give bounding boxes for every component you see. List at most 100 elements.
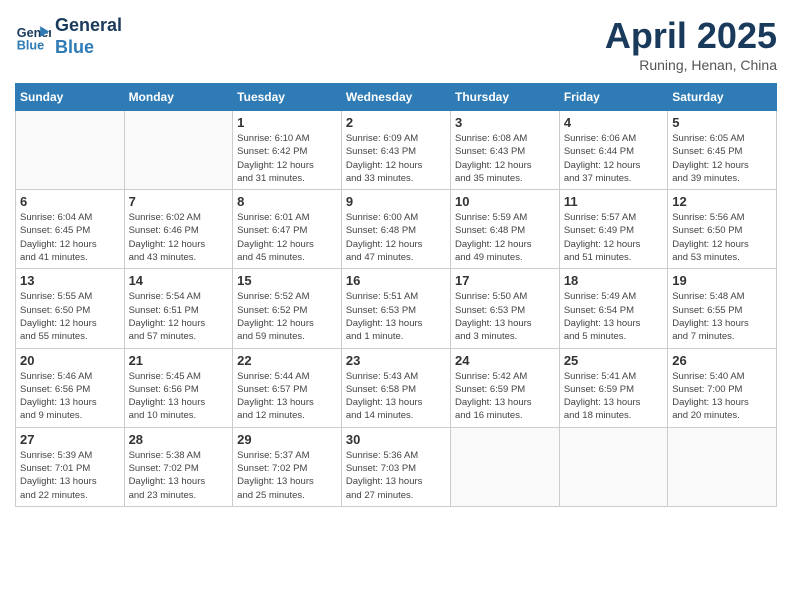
day-info: Sunrise: 5:44 AM Sunset: 6:57 PM Dayligh… (237, 370, 337, 423)
day-info: Sunrise: 5:54 AM Sunset: 6:51 PM Dayligh… (129, 290, 229, 343)
day-number: 16 (346, 273, 446, 288)
calendar-cell: 14 Sunrise: 5:54 AM Sunset: 6:51 PM Dayli… (124, 269, 233, 348)
calendar-cell (559, 427, 667, 506)
calendar-cell: 29 Sunrise: 5:37 AM Sunset: 7:02 PM Dayli… (233, 427, 342, 506)
day-info: Sunrise: 5:55 AM Sunset: 6:50 PM Dayligh… (20, 290, 120, 343)
weekday-header: Wednesday (341, 84, 450, 111)
calendar-week-row: 20 Sunrise: 5:46 AM Sunset: 6:56 PM Dayli… (16, 348, 777, 427)
calendar-cell: 23 Sunrise: 5:43 AM Sunset: 6:58 PM Dayli… (341, 348, 450, 427)
calendar-cell: 11Sunrise: 5:57 AM Sunset: 6:49 PM Dayli… (559, 190, 667, 269)
day-number: 3 (455, 115, 555, 130)
calendar-cell: 25Sunrise: 5:41 AM Sunset: 6:59 PM Dayli… (559, 348, 667, 427)
calendar-cell: 8 Sunrise: 6:01 AM Sunset: 6:47 PM Daylig… (233, 190, 342, 269)
day-info: Sunrise: 6:06 AM Sunset: 6:44 PM Dayligh… (564, 132, 663, 185)
day-info: Sunrise: 5:49 AM Sunset: 6:54 PM Dayligh… (564, 290, 663, 343)
day-number: 1 (237, 115, 337, 130)
day-info: Sunrise: 5:48 AM Sunset: 6:55 PM Dayligh… (672, 290, 772, 343)
calendar-cell: 2Sunrise: 6:09 AM Sunset: 6:43 PM Daylig… (341, 111, 450, 190)
weekday-header: Sunday (16, 84, 125, 111)
calendar-cell (124, 111, 233, 190)
day-number: 23 (346, 353, 446, 368)
calendar-cell (668, 427, 777, 506)
day-info: Sunrise: 5:37 AM Sunset: 7:02 PM Dayligh… (237, 449, 337, 502)
day-info: Sunrise: 5:52 AM Sunset: 6:52 PM Dayligh… (237, 290, 337, 343)
day-info: Sunrise: 5:40 AM Sunset: 7:00 PM Dayligh… (672, 370, 772, 423)
calendar-cell: 16Sunrise: 5:51 AM Sunset: 6:53 PM Dayli… (341, 269, 450, 348)
calendar-cell: 3 Sunrise: 6:08 AM Sunset: 6:43 PM Daylig… (450, 111, 559, 190)
calendar-cell: 28 Sunrise: 5:38 AM Sunset: 7:02 PM Dayli… (124, 427, 233, 506)
calendar-cell: 20 Sunrise: 5:46 AM Sunset: 6:56 PM Dayli… (16, 348, 125, 427)
day-info: Sunrise: 6:02 AM Sunset: 6:46 PM Dayligh… (129, 211, 229, 264)
month-title: April 2025 (605, 15, 777, 57)
calendar-cell: 7 Sunrise: 6:02 AM Sunset: 6:46 PM Daylig… (124, 190, 233, 269)
day-number: 8 (237, 194, 337, 209)
day-info: Sunrise: 6:05 AM Sunset: 6:45 PM Dayligh… (672, 132, 772, 185)
day-info: Sunrise: 5:36 AM Sunset: 7:03 PM Dayligh… (346, 449, 446, 502)
calendar-week-row: 6Sunrise: 6:04 AM Sunset: 6:45 PM Daylig… (16, 190, 777, 269)
day-number: 10 (455, 194, 555, 209)
day-info: Sunrise: 5:39 AM Sunset: 7:01 PM Dayligh… (20, 449, 120, 502)
day-info: Sunrise: 6:09 AM Sunset: 6:43 PM Dayligh… (346, 132, 446, 185)
day-info: Sunrise: 5:43 AM Sunset: 6:58 PM Dayligh… (346, 370, 446, 423)
day-info: Sunrise: 5:45 AM Sunset: 6:56 PM Dayligh… (129, 370, 229, 423)
weekday-header: Monday (124, 84, 233, 111)
calendar-week-row: 27 Sunrise: 5:39 AM Sunset: 7:01 PM Dayli… (16, 427, 777, 506)
calendar-cell: 30Sunrise: 5:36 AM Sunset: 7:03 PM Dayli… (341, 427, 450, 506)
day-number: 28 (129, 432, 229, 447)
day-info: Sunrise: 6:00 AM Sunset: 6:48 PM Dayligh… (346, 211, 446, 264)
calendar-cell: 18 Sunrise: 5:49 AM Sunset: 6:54 PM Dayli… (559, 269, 667, 348)
day-number: 19 (672, 273, 772, 288)
weekday-header: Saturday (668, 84, 777, 111)
day-number: 5 (672, 115, 772, 130)
calendar-cell: 15 Sunrise: 5:52 AM Sunset: 6:52 PM Dayli… (233, 269, 342, 348)
day-number: 29 (237, 432, 337, 447)
day-number: 24 (455, 353, 555, 368)
day-number: 4 (564, 115, 663, 130)
day-info: Sunrise: 5:41 AM Sunset: 6:59 PM Dayligh… (564, 370, 663, 423)
calendar-cell: 4 Sunrise: 6:06 AM Sunset: 6:44 PM Daylig… (559, 111, 667, 190)
calendar-table: SundayMondayTuesdayWednesdayThursdayFrid… (15, 83, 777, 507)
day-number: 20 (20, 353, 120, 368)
logo: General Blue General Blue (15, 15, 122, 58)
day-number: 22 (237, 353, 337, 368)
day-info: Sunrise: 6:01 AM Sunset: 6:47 PM Dayligh… (237, 211, 337, 264)
day-info: Sunrise: 5:46 AM Sunset: 6:56 PM Dayligh… (20, 370, 120, 423)
calendar-cell: 19 Sunrise: 5:48 AM Sunset: 6:55 PM Dayli… (668, 269, 777, 348)
logo-line2: Blue (55, 37, 122, 59)
calendar-header-row: SundayMondayTuesdayWednesdayThursdayFrid… (16, 84, 777, 111)
calendar-cell: 26 Sunrise: 5:40 AM Sunset: 7:00 PM Dayli… (668, 348, 777, 427)
calendar-week-row: 13 Sunrise: 5:55 AM Sunset: 6:50 PM Dayli… (16, 269, 777, 348)
weekday-header: Friday (559, 84, 667, 111)
day-number: 15 (237, 273, 337, 288)
day-number: 14 (129, 273, 229, 288)
weekday-header: Tuesday (233, 84, 342, 111)
day-info: Sunrise: 5:56 AM Sunset: 6:50 PM Dayligh… (672, 211, 772, 264)
day-info: Sunrise: 6:08 AM Sunset: 6:43 PM Dayligh… (455, 132, 555, 185)
day-info: Sunrise: 5:59 AM Sunset: 6:48 PM Dayligh… (455, 211, 555, 264)
day-number: 27 (20, 432, 120, 447)
location: Runing, Henan, China (605, 57, 777, 73)
day-info: Sunrise: 5:50 AM Sunset: 6:53 PM Dayligh… (455, 290, 555, 343)
day-number: 17 (455, 273, 555, 288)
calendar-cell: 5 Sunrise: 6:05 AM Sunset: 6:45 PM Daylig… (668, 111, 777, 190)
title-section: April 2025 Runing, Henan, China (605, 15, 777, 73)
day-info: Sunrise: 5:42 AM Sunset: 6:59 PM Dayligh… (455, 370, 555, 423)
page-header: General Blue General Blue April 2025 Run… (15, 15, 777, 73)
calendar-cell: 12 Sunrise: 5:56 AM Sunset: 6:50 PM Dayli… (668, 190, 777, 269)
calendar-cell: 27 Sunrise: 5:39 AM Sunset: 7:01 PM Dayli… (16, 427, 125, 506)
day-number: 7 (129, 194, 229, 209)
day-info: Sunrise: 6:10 AM Sunset: 6:42 PM Dayligh… (237, 132, 337, 185)
calendar-cell: 17 Sunrise: 5:50 AM Sunset: 6:53 PM Dayli… (450, 269, 559, 348)
day-info: Sunrise: 5:38 AM Sunset: 7:02 PM Dayligh… (129, 449, 229, 502)
day-number: 12 (672, 194, 772, 209)
calendar-cell (16, 111, 125, 190)
calendar-cell: 9 Sunrise: 6:00 AM Sunset: 6:48 PM Daylig… (341, 190, 450, 269)
day-info: Sunrise: 6:04 AM Sunset: 6:45 PM Dayligh… (20, 211, 120, 264)
day-number: 18 (564, 273, 663, 288)
day-number: 26 (672, 353, 772, 368)
calendar-cell: 6Sunrise: 6:04 AM Sunset: 6:45 PM Daylig… (16, 190, 125, 269)
calendar-cell: 13 Sunrise: 5:55 AM Sunset: 6:50 PM Dayli… (16, 269, 125, 348)
day-number: 13 (20, 273, 120, 288)
day-number: 9 (346, 194, 446, 209)
day-info: Sunrise: 5:57 AM Sunset: 6:49 PM Dayligh… (564, 211, 663, 264)
